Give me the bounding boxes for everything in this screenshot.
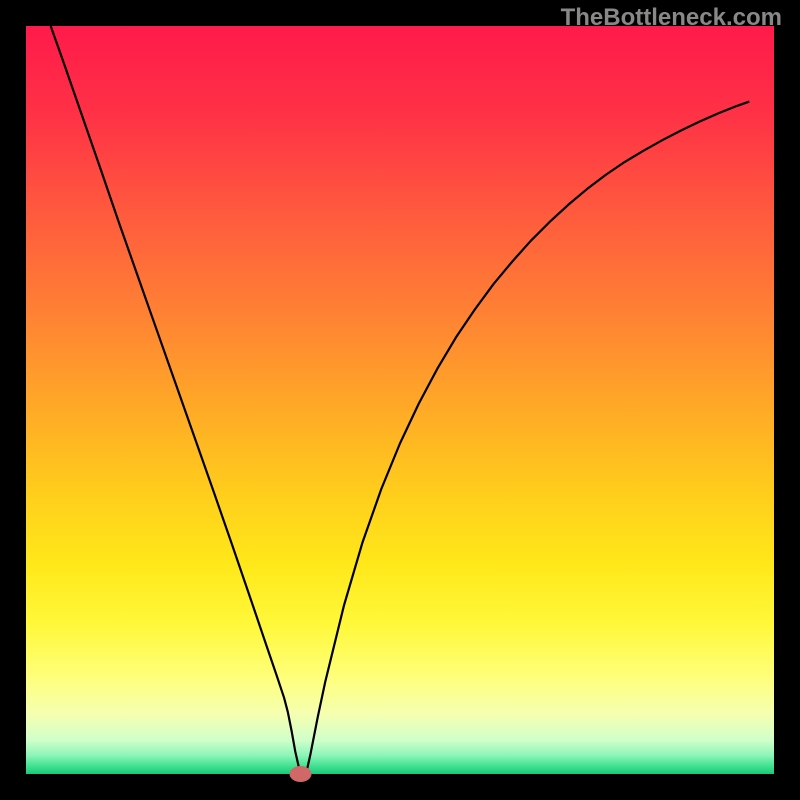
plot-background — [26, 26, 774, 774]
minimum-marker — [290, 766, 312, 782]
bottleneck-chart — [0, 0, 800, 800]
chart-container: TheBottleneck.com — [0, 0, 800, 800]
watermark-text: TheBottleneck.com — [561, 4, 782, 32]
